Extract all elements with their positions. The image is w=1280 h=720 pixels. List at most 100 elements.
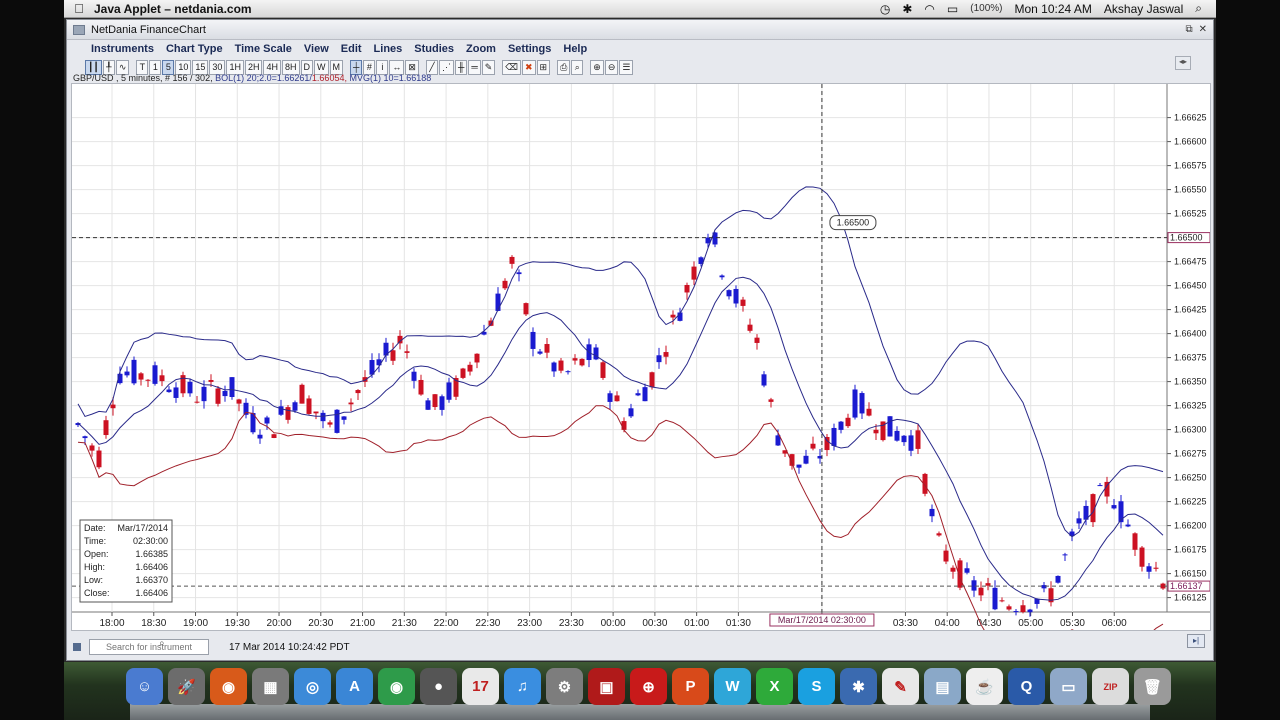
candle-body[interactable]	[446, 382, 452, 400]
candle-body[interactable]	[691, 266, 697, 280]
print-preview-icon[interactable]: ⌕	[571, 59, 584, 75]
candle-body[interactable]	[495, 293, 501, 311]
candle-body[interactable]	[187, 381, 193, 394]
itunes-icon[interactable]: ♫	[504, 668, 541, 705]
candle-body[interactable]	[761, 374, 767, 386]
candle-body[interactable]	[1097, 485, 1103, 487]
candle-body[interactable]	[873, 429, 879, 434]
battery-percent[interactable]: (100%)	[970, 3, 1002, 14]
panel-toggle-icon[interactable]: ◂▸	[1175, 56, 1191, 70]
delete-drawings-icon[interactable]: ✖	[522, 59, 536, 75]
menu-studies[interactable]: Studies	[414, 43, 454, 55]
candle-body[interactable]	[887, 416, 893, 437]
apple-icon[interactable]: 	[64, 1, 94, 16]
candle-body[interactable]	[824, 436, 830, 451]
candle-body[interactable]	[642, 387, 648, 402]
candle-body[interactable]	[299, 384, 305, 404]
candle-body[interactable]	[1076, 518, 1082, 524]
candle-body[interactable]	[313, 411, 319, 414]
candle-body[interactable]	[999, 600, 1005, 602]
photo-booth-icon[interactable]: ▣	[588, 668, 625, 705]
candle-body[interactable]	[803, 455, 809, 464]
candle-body[interactable]	[502, 280, 508, 289]
candle-body[interactable]	[124, 371, 130, 376]
candle-body[interactable]	[572, 358, 578, 361]
camera-icon[interactable]: ●	[420, 668, 457, 705]
candle-body[interactable]	[432, 394, 438, 408]
candle-body[interactable]	[1139, 547, 1145, 567]
candle-body[interactable]	[523, 303, 529, 315]
candle-body[interactable]	[355, 390, 361, 394]
candle-body[interactable]	[936, 533, 942, 536]
candle-body[interactable]	[103, 420, 109, 436]
menu-time-scale[interactable]: Time Scale	[235, 43, 292, 55]
candle-body[interactable]	[474, 353, 480, 363]
quicktime-icon[interactable]: Q	[1008, 668, 1045, 705]
chrome-icon[interactable]: ◉	[378, 668, 415, 705]
candle-body[interactable]	[733, 288, 739, 304]
candle-body[interactable]	[327, 422, 333, 425]
scroll-to-end-icon[interactable]: ▸|	[1187, 634, 1205, 648]
restore-window-icon[interactable]: ⧉	[1185, 24, 1192, 35]
menu-edit[interactable]: Edit	[341, 43, 362, 55]
candle-body[interactable]	[656, 355, 662, 363]
menu-chart-type[interactable]: Chart Type	[166, 43, 223, 55]
candle-body[interactable]	[684, 284, 690, 293]
battery-icon[interactable]: ▭	[947, 2, 958, 16]
spider-icon[interactable]: ✱	[840, 668, 877, 705]
fibonacci-tool-icon[interactable]: ╫	[454, 59, 468, 75]
candle-body[interactable]	[292, 402, 298, 411]
menu-zoom[interactable]: Zoom	[466, 43, 496, 55]
menu-help[interactable]: Help	[563, 43, 587, 55]
zip-icon[interactable]: ZIP	[1092, 668, 1129, 705]
candle-body[interactable]	[726, 290, 732, 297]
candle-body[interactable]	[845, 417, 851, 427]
candle-body[interactable]	[229, 377, 235, 397]
pencil-tool-icon[interactable]: ✎	[481, 59, 496, 75]
candle-body[interactable]	[565, 371, 571, 373]
candle-body[interactable]	[859, 393, 865, 414]
candle-body[interactable]	[628, 408, 634, 417]
candle-body[interactable]	[320, 412, 326, 422]
candle-body[interactable]	[740, 299, 746, 306]
candle-body[interactable]	[670, 314, 676, 318]
candle-body[interactable]	[460, 368, 466, 378]
candle-body[interactable]	[985, 583, 991, 586]
candle-body[interactable]	[530, 331, 536, 349]
firefox-icon[interactable]: ◉	[210, 668, 247, 705]
launchpad-icon[interactable]: 🚀	[168, 668, 205, 705]
instrument-search-input[interactable]	[89, 639, 209, 655]
candle-body[interactable]	[257, 434, 263, 439]
candle-body[interactable]	[838, 421, 844, 430]
candle-body[interactable]	[1013, 611, 1019, 613]
price-chart[interactable]: 1.66625 1.66600 1.66575 1.66550 1.66525 1.665…	[71, 83, 1211, 631]
menu-instruments[interactable]: Instruments	[91, 43, 154, 55]
candle-body[interactable]	[390, 350, 396, 361]
word-icon[interactable]: W	[714, 668, 751, 705]
active-app-title[interactable]: Java Applet – netdania.com	[94, 2, 252, 16]
candle-body[interactable]	[929, 508, 935, 517]
candle-body[interactable]	[600, 362, 606, 378]
candle-body[interactable]	[516, 272, 522, 275]
candle-body[interactable]	[894, 430, 900, 441]
candle-body[interactable]	[208, 380, 214, 382]
menu-view[interactable]: View	[304, 43, 329, 55]
candle-body[interactable]	[271, 434, 277, 438]
candle-body[interactable]	[341, 416, 347, 420]
indicator-tool-icon[interactable]: ⊞	[536, 59, 551, 75]
candle-body[interactable]	[663, 352, 669, 357]
trash-icon[interactable]: 🗑	[1134, 668, 1171, 705]
channel-tool-icon[interactable]: ⋰	[438, 59, 454, 75]
candle-body[interactable]	[404, 351, 410, 353]
candle-body[interactable]	[215, 388, 221, 404]
zoom-in-icon[interactable]: ⊕	[590, 59, 604, 75]
candle-body[interactable]	[754, 337, 760, 343]
excel-icon[interactable]: X	[756, 668, 793, 705]
print-icon[interactable]: ⎙	[557, 59, 571, 75]
candle-body[interactable]	[285, 407, 291, 420]
candle-body[interactable]	[236, 399, 242, 404]
candle-body[interactable]	[1055, 575, 1061, 583]
candle-body[interactable]	[264, 417, 270, 424]
powerpoint-icon[interactable]: P	[672, 668, 709, 705]
chart-canvas[interactable]: 1.66625 1.66600 1.66575 1.66550 1.66525 1.665…	[72, 84, 1211, 631]
